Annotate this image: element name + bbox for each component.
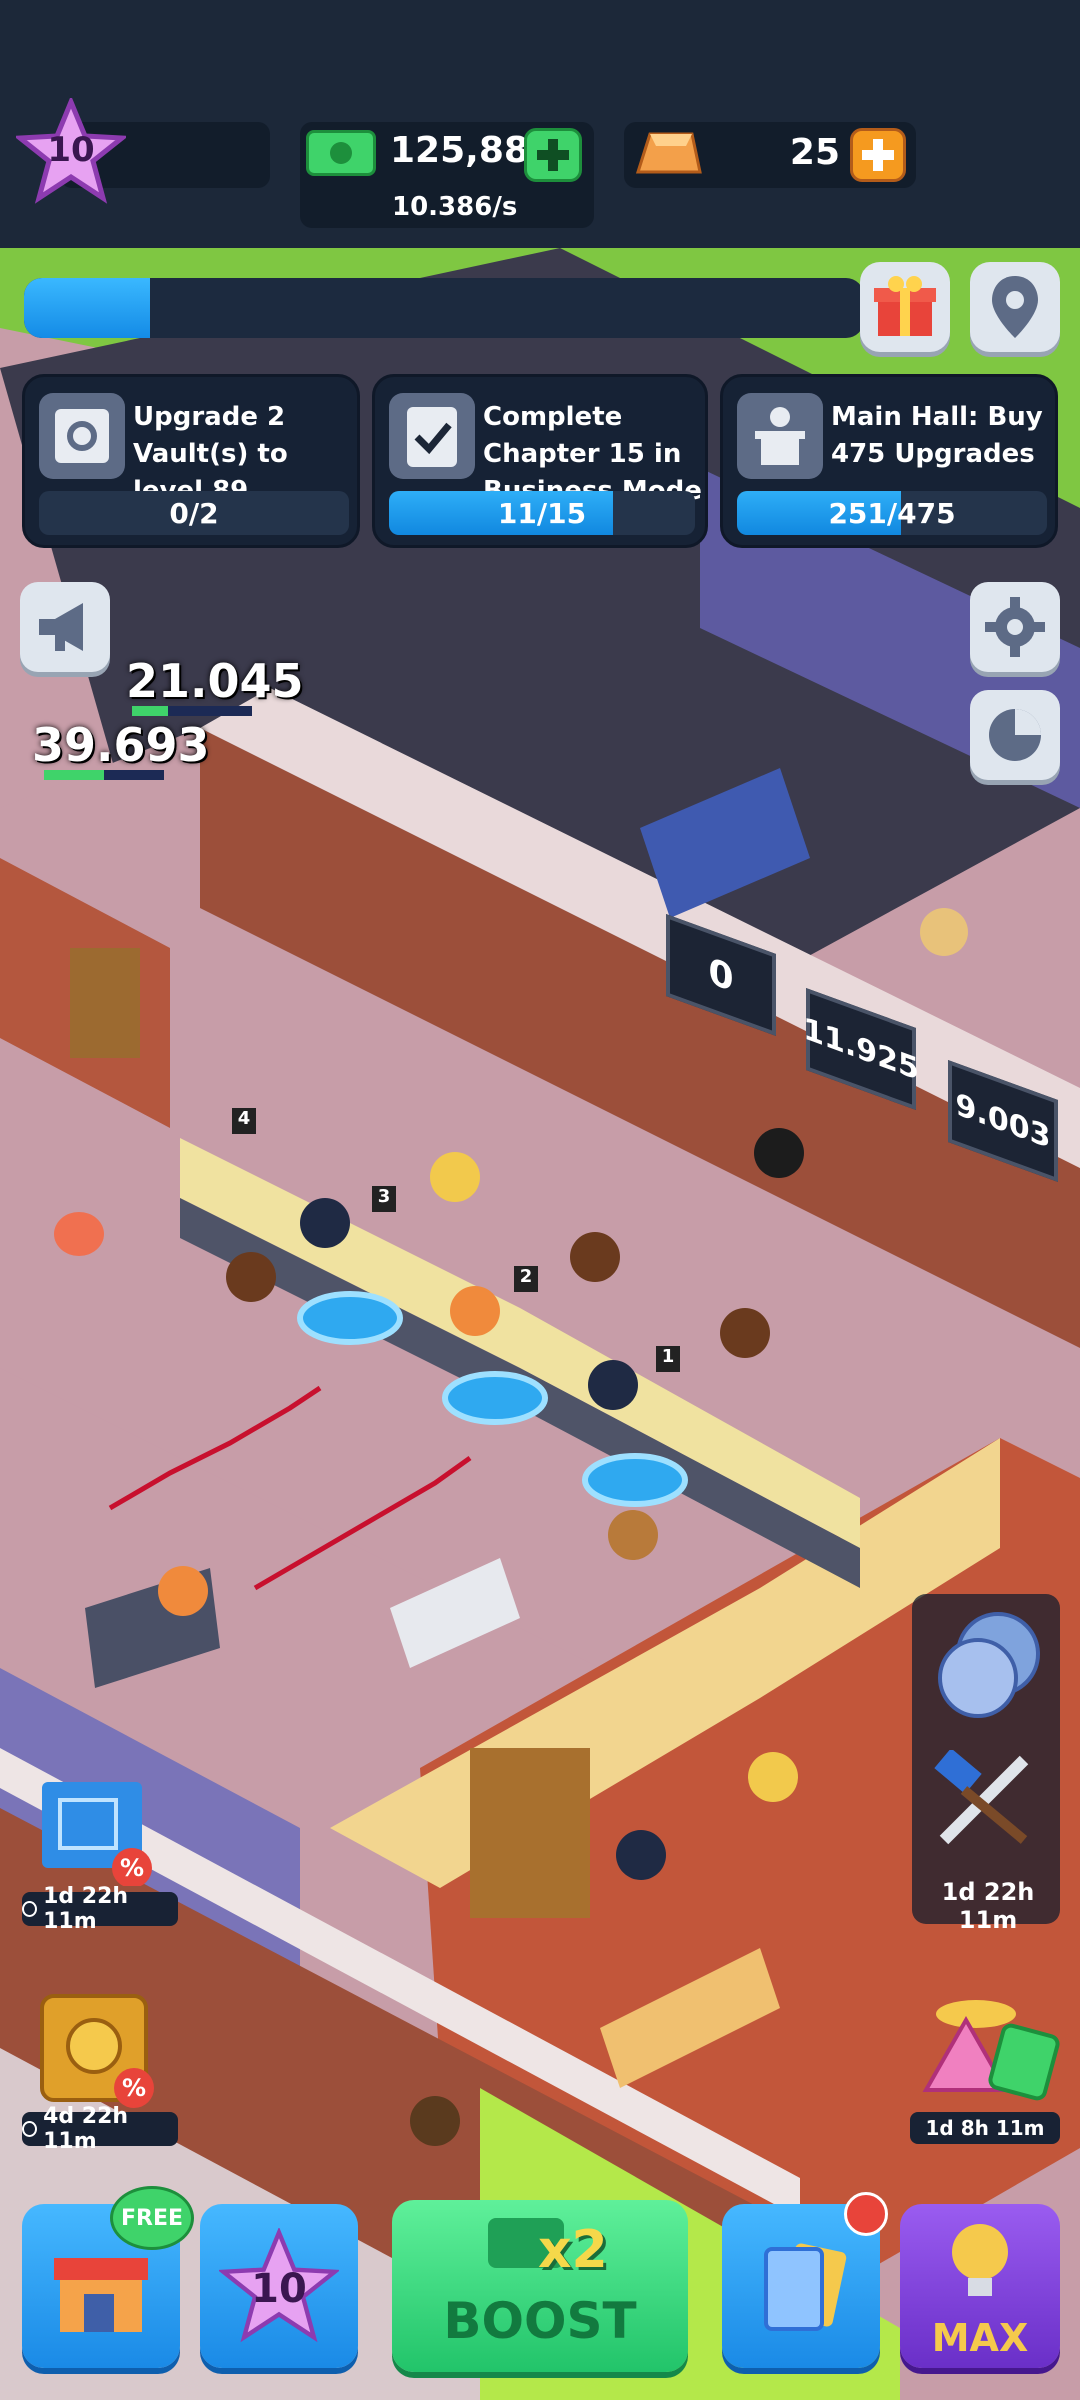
clock-icon	[22, 2121, 38, 2137]
character[interactable]	[430, 1152, 480, 1202]
top-bar: 10 125,88M 10.386/s 25	[0, 0, 1080, 248]
blueprint-timer-text: 1d 22h 11m	[43, 1884, 129, 1934]
boost-button[interactable]: x2 BOOST	[392, 2200, 688, 2372]
quest-progress-text-3: 251/475	[828, 496, 956, 530]
quest-progress-text-1: 0/2	[169, 496, 219, 530]
blueprint-offer-button[interactable]: %	[36, 1776, 156, 1888]
floating-value-1: 21.045	[126, 654, 304, 708]
character[interactable]	[54, 1212, 104, 1256]
pie-chart-icon	[989, 709, 1041, 761]
tools-offer-button[interactable]	[924, 1748, 1048, 1850]
vault-offer-timer: 4d 22h 11m	[22, 2104, 178, 2154]
star-level-text: 10	[251, 2266, 307, 2312]
floating-bar-1	[132, 706, 252, 716]
tickets-icon	[922, 2000, 1060, 2101]
xp-progress-bar	[24, 278, 864, 338]
tickets-offer-timer: 1d 8h 11m	[910, 2112, 1060, 2144]
character[interactable]	[450, 1286, 500, 1336]
quest-card-1[interactable]: Upgrade 2 Vault(s) to level 89 0/2	[22, 374, 360, 548]
quest-title-3: Main Hall: Buy 475 Upgrades	[831, 402, 1043, 469]
clock-icon	[22, 1901, 38, 1917]
boost-label: BOOST	[443, 2292, 637, 2350]
megaphone-icon	[39, 603, 83, 651]
add-gold-button[interactable]	[850, 128, 906, 182]
cards-notification-dot	[844, 2192, 888, 2236]
lightbulb-icon	[952, 2224, 1008, 2296]
gold-vault-icon: %	[40, 1994, 154, 2108]
vault-icon	[39, 393, 125, 479]
floating-value-2: 39.693	[32, 718, 210, 772]
quest-card-3[interactable]: Main Hall: Buy 475 Upgrades 251/475	[720, 374, 1058, 548]
level-star-icon[interactable]: 10	[13, 95, 129, 204]
character[interactable]	[748, 1752, 798, 1802]
hammer-wrench-icon	[934, 1748, 1029, 1845]
map-location-button[interactable]	[970, 262, 1060, 352]
svg-text:%: %	[122, 2074, 146, 2102]
statistics-button[interactable]	[970, 690, 1060, 780]
max-button[interactable]: MAX	[900, 2204, 1060, 2368]
vault-timer-text: 4d 22h 11m	[43, 2104, 129, 2154]
character[interactable]	[616, 1830, 666, 1880]
character[interactable]	[300, 1198, 350, 1248]
settings-button[interactable]	[970, 582, 1060, 672]
character[interactable]	[570, 1232, 620, 1282]
player-level: 10	[47, 130, 95, 170]
counter-number-2: 2	[514, 1266, 538, 1292]
tokens-icon	[938, 1612, 1040, 1718]
blueprint-icon: %	[42, 1782, 152, 1888]
character[interactable]	[588, 1360, 638, 1410]
quest-progress-bar-3: 251/475	[737, 491, 1047, 535]
gold-bar-icon	[630, 128, 706, 180]
boost-multiplier: x2	[538, 2220, 608, 2280]
add-cash-button[interactable]	[524, 128, 582, 182]
counter-number-4: 4	[232, 1108, 256, 1134]
gift-button[interactable]	[860, 262, 950, 352]
vault-offer-button[interactable]: %	[36, 1990, 156, 2110]
character[interactable]	[226, 1252, 276, 1302]
character[interactable]	[920, 908, 968, 956]
gold-amount: 25	[789, 132, 840, 173]
cash-icon	[306, 130, 376, 176]
tickets-offer-button[interactable]	[906, 1990, 1066, 2114]
blueprint-offer-timer: 1d 22h 11m	[22, 1884, 178, 1934]
tools-offer-timer: 1d 22h 11m	[941, 1878, 1035, 1934]
counter-number-3: 3	[372, 1186, 396, 1212]
character[interactable]	[754, 1128, 804, 1178]
counter-number-1: 1	[656, 1346, 680, 1372]
character[interactable]	[608, 1510, 658, 1560]
announcement-button[interactable]	[20, 582, 110, 672]
shop-free-badge: FREE	[110, 2186, 194, 2250]
shop-icon	[54, 2258, 148, 2332]
cards-icon	[764, 2243, 847, 2331]
gear-icon	[985, 597, 1045, 657]
clipboard-check-icon	[389, 393, 475, 479]
location-pin-icon	[992, 276, 1038, 338]
max-label: MAX	[931, 2316, 1029, 2360]
gift-icon	[874, 276, 936, 336]
floating-bar-2	[44, 770, 164, 780]
svg-text:%: %	[120, 1854, 144, 1882]
xp-progress-fill	[24, 278, 150, 338]
character[interactable]	[158, 1566, 208, 1616]
quest-card-2[interactable]: Complete Chapter 15 in Business Mode 11/…	[372, 374, 708, 548]
character[interactable]	[410, 2096, 460, 2146]
podium-icon	[737, 393, 823, 479]
quest-progress-text-2: 11/15	[497, 496, 587, 530]
character[interactable]	[720, 1308, 770, 1358]
quest-progress-bar-1: 0/2	[39, 491, 349, 535]
cash-rate: 10.386/s	[392, 192, 518, 222]
star-level-button[interactable]: 10	[200, 2204, 358, 2368]
tokens-offer-button[interactable]	[928, 1604, 1048, 1724]
quest-progress-bar-2: 11/15	[389, 491, 695, 535]
